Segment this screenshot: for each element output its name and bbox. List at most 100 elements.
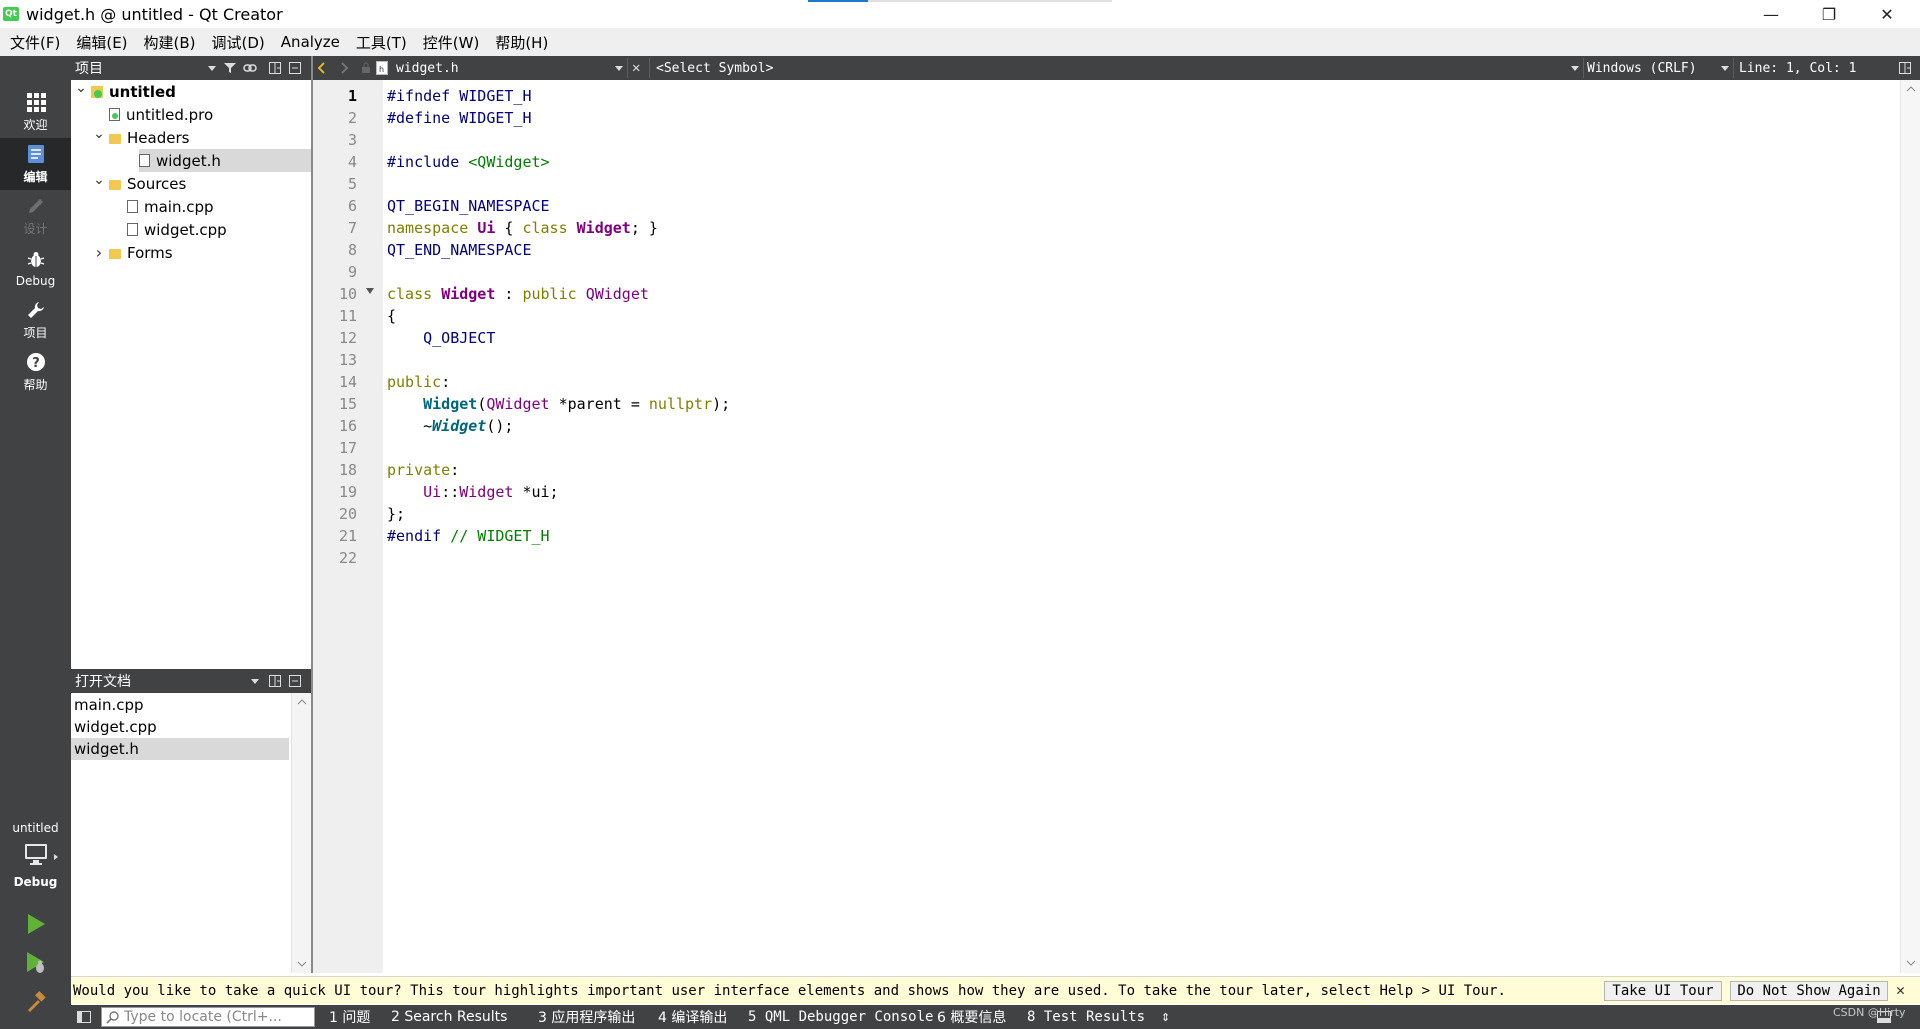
editor-scrollbar[interactable]: [1900, 80, 1920, 973]
code-line[interactable]: private:: [387, 459, 1887, 481]
mode-label: 编辑: [23, 170, 48, 184]
do-not-show-again-button[interactable]: Do Not Show Again: [1730, 981, 1888, 1001]
code-line[interactable]: namespace Ui { class Widget; }: [387, 217, 1887, 239]
navigate-forward-icon[interactable]: [339, 56, 349, 80]
menu-item[interactable]: 控件(W): [415, 32, 488, 53]
mode-design[interactable]: 设计: [0, 190, 71, 242]
tree-item[interactable]: untitled.pro: [71, 103, 311, 126]
code-line[interactable]: ~Widget();: [387, 415, 1887, 437]
close-window-button[interactable]: ✕: [1858, 0, 1916, 28]
monitor-icon[interactable]: [22, 842, 50, 866]
combo-arrow-icon[interactable]: [245, 669, 265, 693]
header-file-icon: h: [376, 61, 388, 75]
take-ui-tour-button[interactable]: Take UI Tour: [1604, 981, 1722, 1001]
tree-item[interactable]: main.cpp: [71, 195, 311, 218]
expanded-arrow-icon[interactable]: ⌄: [93, 172, 105, 188]
code-line[interactable]: QT_BEGIN_NAMESPACE: [387, 195, 1887, 217]
more-panes-icon[interactable]: ⇕: [1161, 1005, 1170, 1029]
code-line[interactable]: #endif // WIDGET_H: [387, 525, 1887, 547]
code-line[interactable]: {: [387, 305, 1887, 327]
cursor-position[interactable]: Line: 1, Col: 1: [1739, 56, 1856, 80]
mode-debug[interactable]: Debug: [0, 242, 71, 294]
code-line[interactable]: #include <QWidget>: [387, 151, 1887, 173]
kit-selector-arrow-icon[interactable]: [54, 854, 58, 860]
code-line[interactable]: Widget(QWidget *parent = nullptr);: [387, 393, 1887, 415]
menu-item[interactable]: Analyze: [273, 33, 348, 51]
combo-arrow-icon[interactable]: [1721, 56, 1729, 80]
close-document-icon[interactable]: ✕: [632, 56, 640, 80]
code-line[interactable]: #ifndef WIDGET_H: [387, 85, 1887, 107]
open-document-item[interactable]: widget.h: [71, 738, 289, 760]
code-line[interactable]: public:: [387, 371, 1887, 393]
run-button[interactable]: [24, 911, 48, 937]
code-line[interactable]: [387, 349, 1887, 371]
output-pane-button[interactable]: 6 概要信息: [937, 1005, 1006, 1029]
build-button[interactable]: [24, 989, 48, 1015]
close-pane-icon[interactable]: [285, 56, 305, 80]
tree-item[interactable]: ⌄ Sources: [71, 172, 311, 195]
menu-item[interactable]: 编辑(E): [68, 32, 135, 53]
code-line[interactable]: Ui::Widget *ui;: [387, 481, 1887, 503]
menu-item[interactable]: 文件(F): [2, 32, 68, 53]
tree-item[interactable]: widget.cpp: [71, 218, 311, 241]
projects-pane-title[interactable]: 项目: [71, 58, 103, 78]
code-line[interactable]: class Widget : public QWidget: [387, 283, 1887, 305]
symbol-selector[interactable]: <Select Symbol>: [656, 56, 773, 80]
locator-input[interactable]: Type to locate (Ctrl+...: [101, 1007, 315, 1027]
open-documents-title[interactable]: 打开文档: [71, 671, 131, 691]
link-icon[interactable]: [240, 56, 260, 80]
code-line[interactable]: [387, 173, 1887, 195]
code-line[interactable]: };: [387, 503, 1887, 525]
navigate-back-icon[interactable]: [317, 56, 327, 80]
tree-item[interactable]: widget.h: [139, 149, 311, 172]
menu-item[interactable]: 工具(T): [348, 32, 415, 53]
tree-item[interactable]: ⌄ Headers: [71, 126, 311, 149]
mode-welcome[interactable]: 欢迎: [0, 86, 71, 138]
code-line[interactable]: [387, 261, 1887, 283]
code-line[interactable]: [387, 129, 1887, 151]
output-pane-button[interactable]: 1 问题: [329, 1005, 370, 1029]
restore-button[interactable]: ❐: [1800, 0, 1858, 28]
line-endings-selector[interactable]: Windows (CRLF): [1587, 56, 1697, 80]
close-pane-icon[interactable]: [285, 669, 305, 693]
output-pane-button[interactable]: 3 应用程序输出: [538, 1005, 635, 1029]
filter-icon[interactable]: [220, 56, 240, 80]
output-pane-button[interactable]: 2 Search Results: [391, 1005, 507, 1029]
open-documents-scrollbar[interactable]: [291, 693, 311, 973]
code-line[interactable]: Q_OBJECT: [387, 327, 1887, 349]
code-line[interactable]: [387, 437, 1887, 459]
code-line[interactable]: [387, 547, 1887, 569]
code-token: ::: [441, 483, 460, 501]
mode-edit[interactable]: 编辑: [0, 138, 71, 190]
output-pane-button[interactable]: 8 Test Results: [1027, 1005, 1145, 1029]
code-token: public: [522, 285, 586, 303]
tree-item[interactable]: › Forms: [71, 241, 311, 264]
mode-help[interactable]: ? 帮助: [0, 346, 71, 398]
close-infobar-icon[interactable]: ✕: [1896, 981, 1905, 999]
menu-item[interactable]: 调试(D): [204, 32, 273, 53]
document-selector[interactable]: h widget.h: [376, 56, 606, 80]
output-pane-button[interactable]: 5 QML Debugger Console: [748, 1005, 933, 1029]
menu-item[interactable]: 帮助(H): [487, 32, 556, 53]
mode-projects[interactable]: 项目: [0, 294, 71, 346]
code-line[interactable]: QT_END_NAMESPACE: [387, 239, 1887, 261]
open-document-item[interactable]: main.cpp: [71, 694, 289, 716]
toggle-sidebar-icon[interactable]: [77, 1005, 91, 1029]
output-pane-button[interactable]: 4 编译输出: [658, 1005, 727, 1029]
split-pane-icon[interactable]: [265, 56, 285, 80]
tree-item[interactable]: ⌄ untitled: [71, 80, 311, 103]
combo-arrow-icon[interactable]: [202, 56, 222, 80]
open-document-item[interactable]: widget.cpp: [71, 716, 289, 738]
code-line[interactable]: #define WIDGET_H: [387, 107, 1887, 129]
collapsed-arrow-icon[interactable]: ›: [93, 243, 105, 262]
combo-arrow-icon[interactable]: [1571, 56, 1579, 80]
menu-item[interactable]: 构建(B): [136, 32, 204, 53]
expanded-arrow-icon[interactable]: ⌄: [75, 80, 87, 96]
minimize-button[interactable]: —: [1742, 0, 1800, 28]
debug-run-button[interactable]: [24, 950, 48, 976]
expanded-arrow-icon[interactable]: ⌄: [93, 126, 105, 142]
split-editor-icon[interactable]: [1899, 56, 1911, 80]
fold-marker-icon[interactable]: [366, 288, 374, 294]
split-pane-icon[interactable]: [265, 669, 285, 693]
combo-arrow-icon[interactable]: [615, 56, 623, 80]
